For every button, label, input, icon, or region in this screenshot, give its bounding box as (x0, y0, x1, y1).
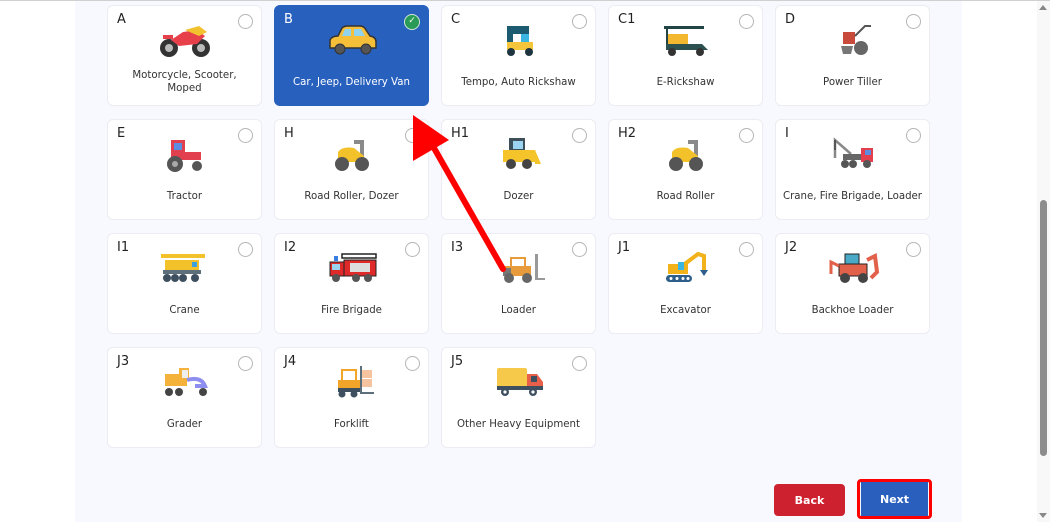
vertical-scrollbar[interactable] (1037, 1, 1050, 522)
back-button[interactable]: Back (774, 484, 845, 516)
vehicle-class-code: I2 (284, 240, 297, 255)
vehicle-class-label: Road Roller, Dozer (304, 190, 399, 202)
vehicle-class-code: J1 (618, 240, 631, 255)
vehicle-class-card-i[interactable]: I Crane, Fire Brigade, Loader (775, 119, 930, 220)
vehicle-class-label: Tempo, Auto Rickshaw (461, 76, 576, 88)
motorcycle-icon (157, 22, 213, 60)
radio-button[interactable] (405, 128, 420, 143)
radio-button[interactable] (572, 356, 587, 371)
vehicle-class-card-b[interactable]: B ✓ Car, Jeep, Delivery Van (274, 5, 429, 106)
loader-icon (491, 250, 547, 288)
vehicle-class-label: E-Rickshaw (656, 76, 715, 88)
vehicle-class-code: D (785, 12, 796, 27)
vehicle-class-label: Crane (169, 304, 200, 316)
content-panel: A Motorcycle, Scooter, Moped B ✓ Car, Jeep, … (75, 1, 962, 522)
radio-button[interactable] (906, 128, 921, 143)
road-roller-icon (324, 136, 380, 174)
vehicle-class-label: Power Tiller (823, 76, 882, 88)
vehicle-class-label: Road Roller (656, 190, 715, 202)
vehicle-class-code: B (284, 12, 293, 27)
dozer-icon (491, 136, 547, 174)
vehicle-class-card-e[interactable]: E Tractor (107, 119, 262, 220)
tow-crane-truck-icon (825, 136, 881, 174)
scroll-up-arrow-icon[interactable] (1039, 5, 1047, 10)
vehicle-class-label: Motorcycle, Scooter, Moped (132, 70, 237, 94)
fire-truck-icon (324, 250, 380, 288)
radio-button[interactable] (405, 242, 420, 257)
vehicle-class-code: J5 (451, 354, 464, 369)
vehicle-class-label: Tractor (166, 190, 203, 202)
forklift-icon (324, 364, 380, 402)
vehicle-class-label: Other Heavy Equipment (457, 418, 580, 430)
radio-button[interactable] (572, 242, 587, 257)
vehicle-class-card-j4[interactable]: J4 Forklift (274, 347, 429, 448)
vehicle-class-label: Crane, Fire Brigade, Loader (783, 190, 922, 202)
selected-check-icon[interactable]: ✓ (404, 14, 420, 30)
radio-button[interactable] (739, 14, 754, 29)
vehicle-class-label: Excavator (660, 304, 711, 316)
vehicle-class-code: I1 (117, 240, 130, 255)
vehicle-class-card-h1[interactable]: H1 Dozer (441, 119, 596, 220)
vehicle-class-code: J4 (284, 354, 297, 369)
vehicle-class-card-c1[interactable]: C1 E-Rickshaw (608, 5, 763, 106)
vehicle-class-label: Grader (166, 418, 203, 430)
truck-icon (491, 364, 547, 402)
radio-button[interactable] (238, 242, 253, 257)
radio-button[interactable] (238, 356, 253, 371)
tractor-icon (157, 136, 213, 174)
vehicle-class-label: Car, Jeep, Delivery Van (293, 76, 410, 88)
crane-truck-icon (157, 250, 213, 288)
vehicle-class-card-i1[interactable]: I1 Crane (107, 233, 262, 334)
excavator-icon (658, 250, 714, 288)
vehicle-class-label: Dozer (503, 190, 534, 202)
radio-button[interactable] (238, 14, 253, 29)
scrollbar-thumb[interactable] (1040, 200, 1047, 456)
radio-button[interactable] (739, 242, 754, 257)
vehicle-class-card-h2[interactable]: H2 Road Roller (608, 119, 763, 220)
radio-button[interactable] (906, 242, 921, 257)
vehicle-class-label: Loader (501, 304, 536, 316)
scroll-down-arrow-icon[interactable] (1039, 513, 1047, 518)
vehicle-class-code: E (117, 126, 126, 141)
vehicle-class-code: H1 (451, 126, 470, 141)
vehicle-class-card-a[interactable]: A Motorcycle, Scooter, Moped (107, 5, 262, 106)
vehicle-class-label: Fire Brigade (321, 304, 382, 316)
radio-button[interactable] (572, 128, 587, 143)
vehicle-class-code: A (117, 12, 126, 27)
next-button[interactable]: Next (861, 482, 928, 516)
radio-button[interactable] (739, 128, 754, 143)
vehicle-class-code: I (785, 126, 789, 141)
radio-button[interactable] (405, 356, 420, 371)
vehicle-class-code: J3 (117, 354, 130, 369)
vehicle-class-card-j2[interactable]: J2 Backhoe Loader (775, 233, 930, 334)
radio-button[interactable] (906, 14, 921, 29)
auto-rickshaw-icon (491, 22, 547, 60)
power-tiller-icon (825, 22, 881, 60)
vehicle-class-card-i2[interactable]: I2 Fire Brigade (274, 233, 429, 334)
grader-icon (157, 364, 213, 402)
vehicle-class-code: J2 (785, 240, 798, 255)
car-icon (324, 22, 380, 60)
vehicle-class-code: C1 (618, 12, 636, 27)
vehicle-class-card-d[interactable]: D Power Tiller (775, 5, 930, 106)
road-roller-icon (658, 136, 714, 174)
vehicle-class-card-j5[interactable]: J5 Other Heavy Equipment (441, 347, 596, 448)
vehicle-class-card-c[interactable]: C Tempo, Auto Rickshaw (441, 5, 596, 106)
vehicle-class-code: I3 (451, 240, 464, 255)
vehicle-class-label: Backhoe Loader (811, 304, 894, 316)
vehicle-class-card-i3[interactable]: I3 Loader (441, 233, 596, 334)
vehicle-class-code: C (451, 12, 461, 27)
vehicle-class-code: H (284, 126, 294, 141)
radio-button[interactable] (238, 128, 253, 143)
radio-button[interactable] (572, 14, 587, 29)
backhoe-loader-icon (825, 250, 881, 288)
e-rickshaw-icon (658, 22, 714, 60)
vehicle-class-label: Forklift (334, 418, 369, 430)
vehicle-class-card-j1[interactable]: J1 Excavator (608, 233, 763, 334)
vehicle-class-grid: A Motorcycle, Scooter, Moped B ✓ Car, Jeep, … (107, 5, 930, 448)
vehicle-class-card-h[interactable]: H Road Roller, Dozer (274, 119, 429, 220)
vehicle-class-code: H2 (618, 126, 637, 141)
vehicle-class-card-j3[interactable]: J3 Grader (107, 347, 262, 448)
